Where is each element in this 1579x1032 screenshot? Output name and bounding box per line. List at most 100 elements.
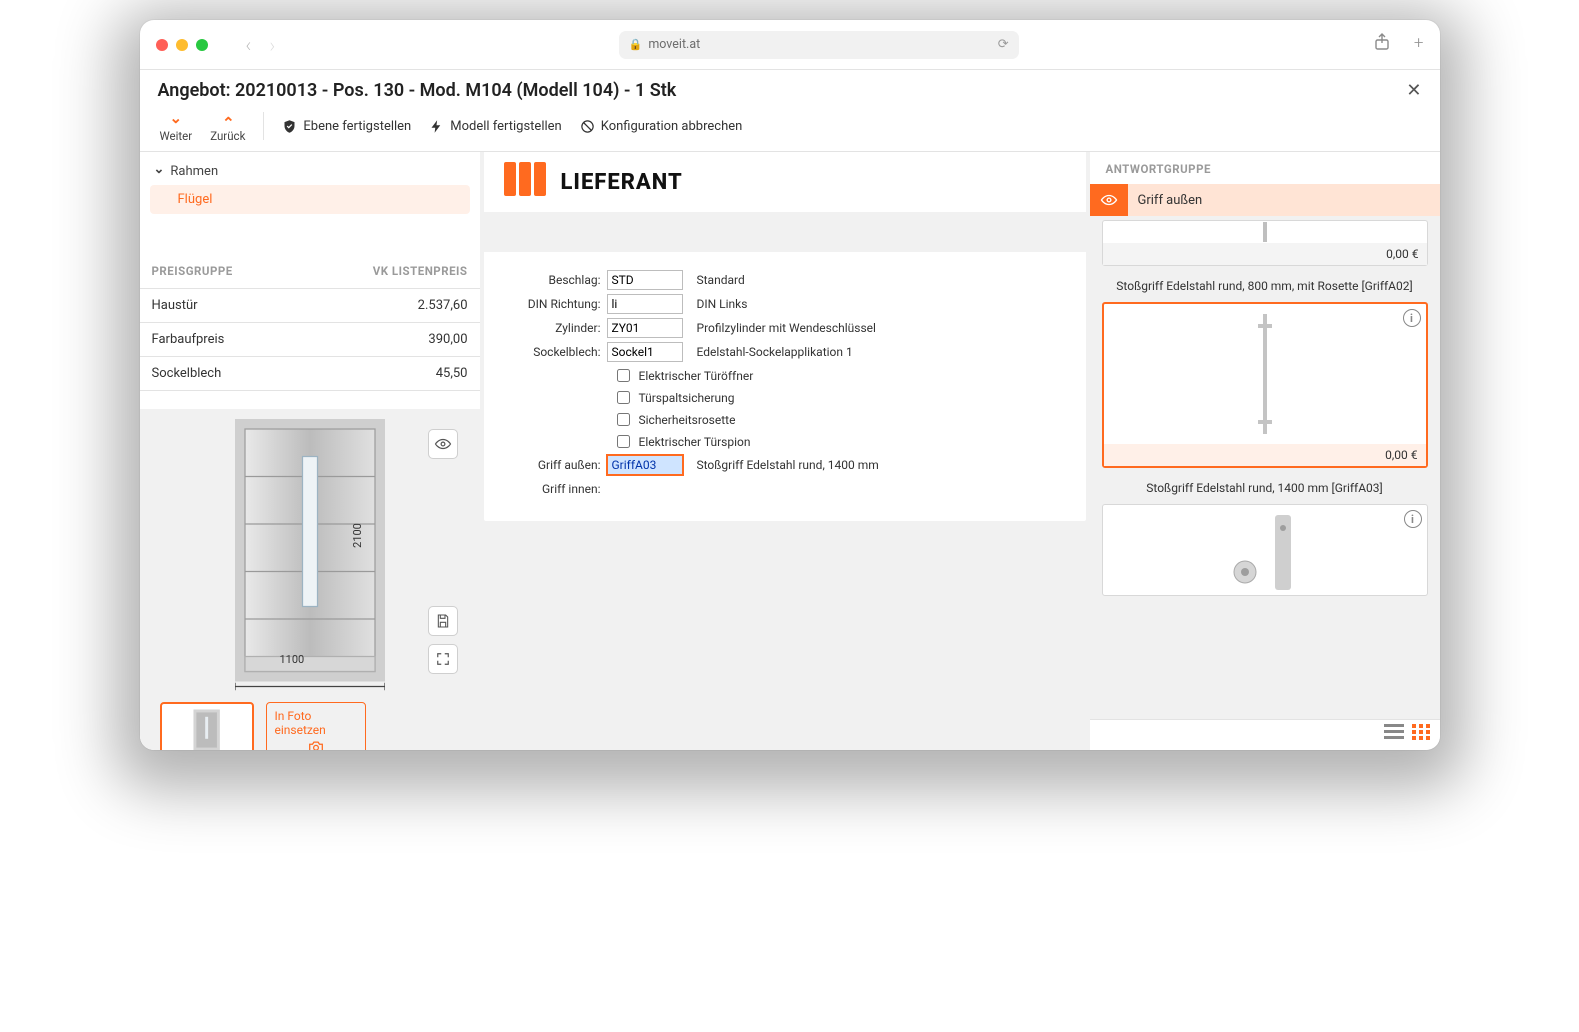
answer-card-selected[interactable]: i 0,00 € — [1102, 302, 1428, 468]
browser-right-controls: + — [1374, 33, 1424, 56]
pricegroup-cell: Sockelblech — [152, 366, 388, 381]
checkbox[interactable] — [617, 369, 630, 382]
brand-logo-icon — [504, 162, 549, 202]
check-label: Türspaltsicherung — [639, 391, 735, 405]
konfiguration-abbrechen-button[interactable]: Konfiguration abbrechen — [574, 119, 749, 134]
back-icon[interactable]: ‹ — [246, 33, 252, 57]
answergroup-banner-label: Griff außen — [1128, 193, 1203, 208]
main-body: Rahmen Flügel PREISGRUPPE VK LISTENPREIS… — [140, 152, 1440, 750]
answergroup-list[interactable]: 0,00 € Stoßgriff Edelstahl rund, 800 mm,… — [1090, 216, 1440, 719]
close-window-dot[interactable] — [156, 39, 168, 51]
handle-icon — [1261, 222, 1269, 242]
answer-card-label: Stoßgriff Edelstahl rund, 1400 mm [Griff… — [1102, 476, 1428, 504]
check-tueroeffner[interactable]: Elektrischer Türöffner — [502, 366, 1068, 385]
sockelblech-input[interactable] — [607, 342, 683, 362]
reload-icon[interactable]: ⟳ — [998, 37, 1019, 52]
config-toolbar: ⌄ Weiter ⌄ Zurück Ebene fertigstellen Mo… — [140, 109, 1440, 152]
preview-thumbnail[interactable] — [160, 702, 254, 750]
config-form: Beschlag: Standard DIN Richtung: DIN Lin… — [484, 252, 1086, 521]
checkbox[interactable] — [617, 413, 630, 426]
answer-card-price: 0,00 € — [1103, 243, 1427, 265]
door-preview-image — [235, 419, 385, 694]
lever-plate-icon — [1220, 510, 1310, 590]
chevron-down-icon: ⌄ — [170, 109, 183, 127]
grid-icon — [1412, 724, 1430, 740]
nav-child-fluegel[interactable]: Flügel — [150, 185, 470, 214]
list-view-button[interactable] — [1384, 724, 1404, 744]
din-input[interactable] — [607, 294, 683, 314]
address-bar[interactable]: 🔒 moveit.at ⟳ — [619, 31, 1019, 59]
abbrechen-label: Konfiguration abbrechen — [601, 119, 743, 134]
nav-child-label: Flügel — [178, 192, 213, 207]
minimize-window-dot[interactable] — [176, 39, 188, 51]
door-stage: 2100 1100 — [150, 419, 470, 694]
eye-icon — [434, 435, 452, 453]
zurueck-label: Zurück — [210, 129, 245, 143]
prohibit-icon — [580, 119, 595, 134]
pricegroup-row: Farbaufpreis 390,00 — [140, 323, 480, 357]
chevron-down-icon — [154, 164, 165, 179]
grid-view-button[interactable] — [1412, 724, 1430, 744]
browser-nav: ‹ › — [246, 33, 276, 57]
check-label: Sicherheitsrosette — [639, 413, 736, 427]
form-row-griff-innen: Griff innen: — [502, 479, 1068, 499]
form-label: Griff außen: — [502, 458, 607, 472]
griff-innen-input[interactable] — [607, 479, 683, 499]
view-toggle — [1090, 719, 1440, 750]
camera-icon — [307, 740, 325, 750]
info-icon[interactable]: i — [1403, 309, 1421, 327]
right-panel: ANTWORTGRUPPE Griff außen 0,00 € Stoßgri… — [1090, 152, 1440, 750]
floppy-icon — [435, 613, 451, 629]
toolbar-divider — [263, 112, 264, 140]
check-label: Elektrischer Türöffner — [639, 369, 754, 383]
checkbox[interactable] — [617, 435, 630, 448]
dim-width: 1100 — [280, 653, 305, 666]
form-row-din: DIN Richtung: DIN Links — [502, 294, 1068, 314]
answergroup-title: ANTWORTGRUPPE — [1090, 152, 1440, 184]
form-desc: Profilzylinder mit Wendeschlüssel — [683, 321, 876, 335]
form-label: Sockelblech: — [502, 345, 607, 359]
app-window: ‹ › 🔒 moveit.at ⟳ + Angebot: 20210013 - … — [140, 20, 1440, 750]
form-label: Zylinder: — [502, 321, 607, 335]
chevron-up-icon: ⌄ — [222, 113, 235, 131]
form-label: DIN Richtung: — [502, 297, 607, 311]
form-label: Beschlag: — [502, 273, 607, 287]
close-icon[interactable]: ✕ — [1406, 80, 1421, 101]
pricegroup-row: Sockelblech 45,50 — [140, 357, 480, 391]
url-host: moveit.at — [648, 37, 700, 52]
answergroup-banner[interactable]: Griff außen — [1090, 184, 1440, 216]
nav-root-rahmen[interactable]: Rahmen — [150, 158, 470, 185]
zurueck-button[interactable]: ⌄ Zurück — [204, 109, 251, 143]
answer-card[interactable]: i — [1102, 504, 1428, 596]
pricegroup-col-b: VK LISTENPREIS — [373, 264, 468, 278]
share-icon[interactable] — [1374, 33, 1390, 56]
form-row-sockelblech: Sockelblech: Edelstahl-Sockelapplikation… — [502, 342, 1068, 362]
brand-name: LIEFERANT — [561, 170, 683, 195]
modell-fertigstellen-button[interactable]: Modell fertigstellen — [423, 119, 567, 134]
ebene-label: Ebene fertigstellen — [303, 119, 411, 134]
info-icon[interactable]: i — [1404, 510, 1422, 528]
answer-card[interactable]: 0,00 € — [1102, 220, 1428, 266]
weiter-button[interactable]: ⌄ Weiter — [154, 109, 199, 143]
check-sicherheitsrosette[interactable]: Sicherheitsrosette — [502, 410, 1068, 429]
checkbox[interactable] — [617, 391, 630, 404]
zoom-window-dot[interactable] — [196, 39, 208, 51]
beschlag-input[interactable] — [607, 270, 683, 290]
form-desc: Standard — [683, 273, 745, 287]
in-foto-einsetzen-button[interactable]: In Foto einsetzen — [266, 702, 366, 750]
griff-aussen-input[interactable] — [607, 455, 683, 475]
check-tuerspion[interactable]: Elektrischer Türspion — [502, 432, 1068, 451]
forward-icon[interactable]: › — [269, 33, 275, 57]
pricegroup-col-a: PREISGRUPPE — [152, 264, 373, 278]
zylinder-input[interactable] — [607, 318, 683, 338]
new-tab-icon[interactable]: + — [1414, 33, 1424, 56]
pricegroup-row: Haustür 2.537,60 — [140, 289, 480, 323]
bolt-icon — [429, 119, 444, 134]
ebene-fertigstellen-button[interactable]: Ebene fertigstellen — [276, 119, 417, 134]
answer-card-label: Stoßgriff Edelstahl rund, 800 mm, mit Ro… — [1102, 274, 1428, 302]
check-tuerspalt[interactable]: Türspaltsicherung — [502, 388, 1068, 407]
handle-long-icon — [1255, 314, 1275, 434]
preview-save-button[interactable] — [428, 606, 458, 636]
preview-expand-button[interactable] — [428, 644, 458, 674]
preview-visibility-button[interactable] — [428, 429, 458, 459]
